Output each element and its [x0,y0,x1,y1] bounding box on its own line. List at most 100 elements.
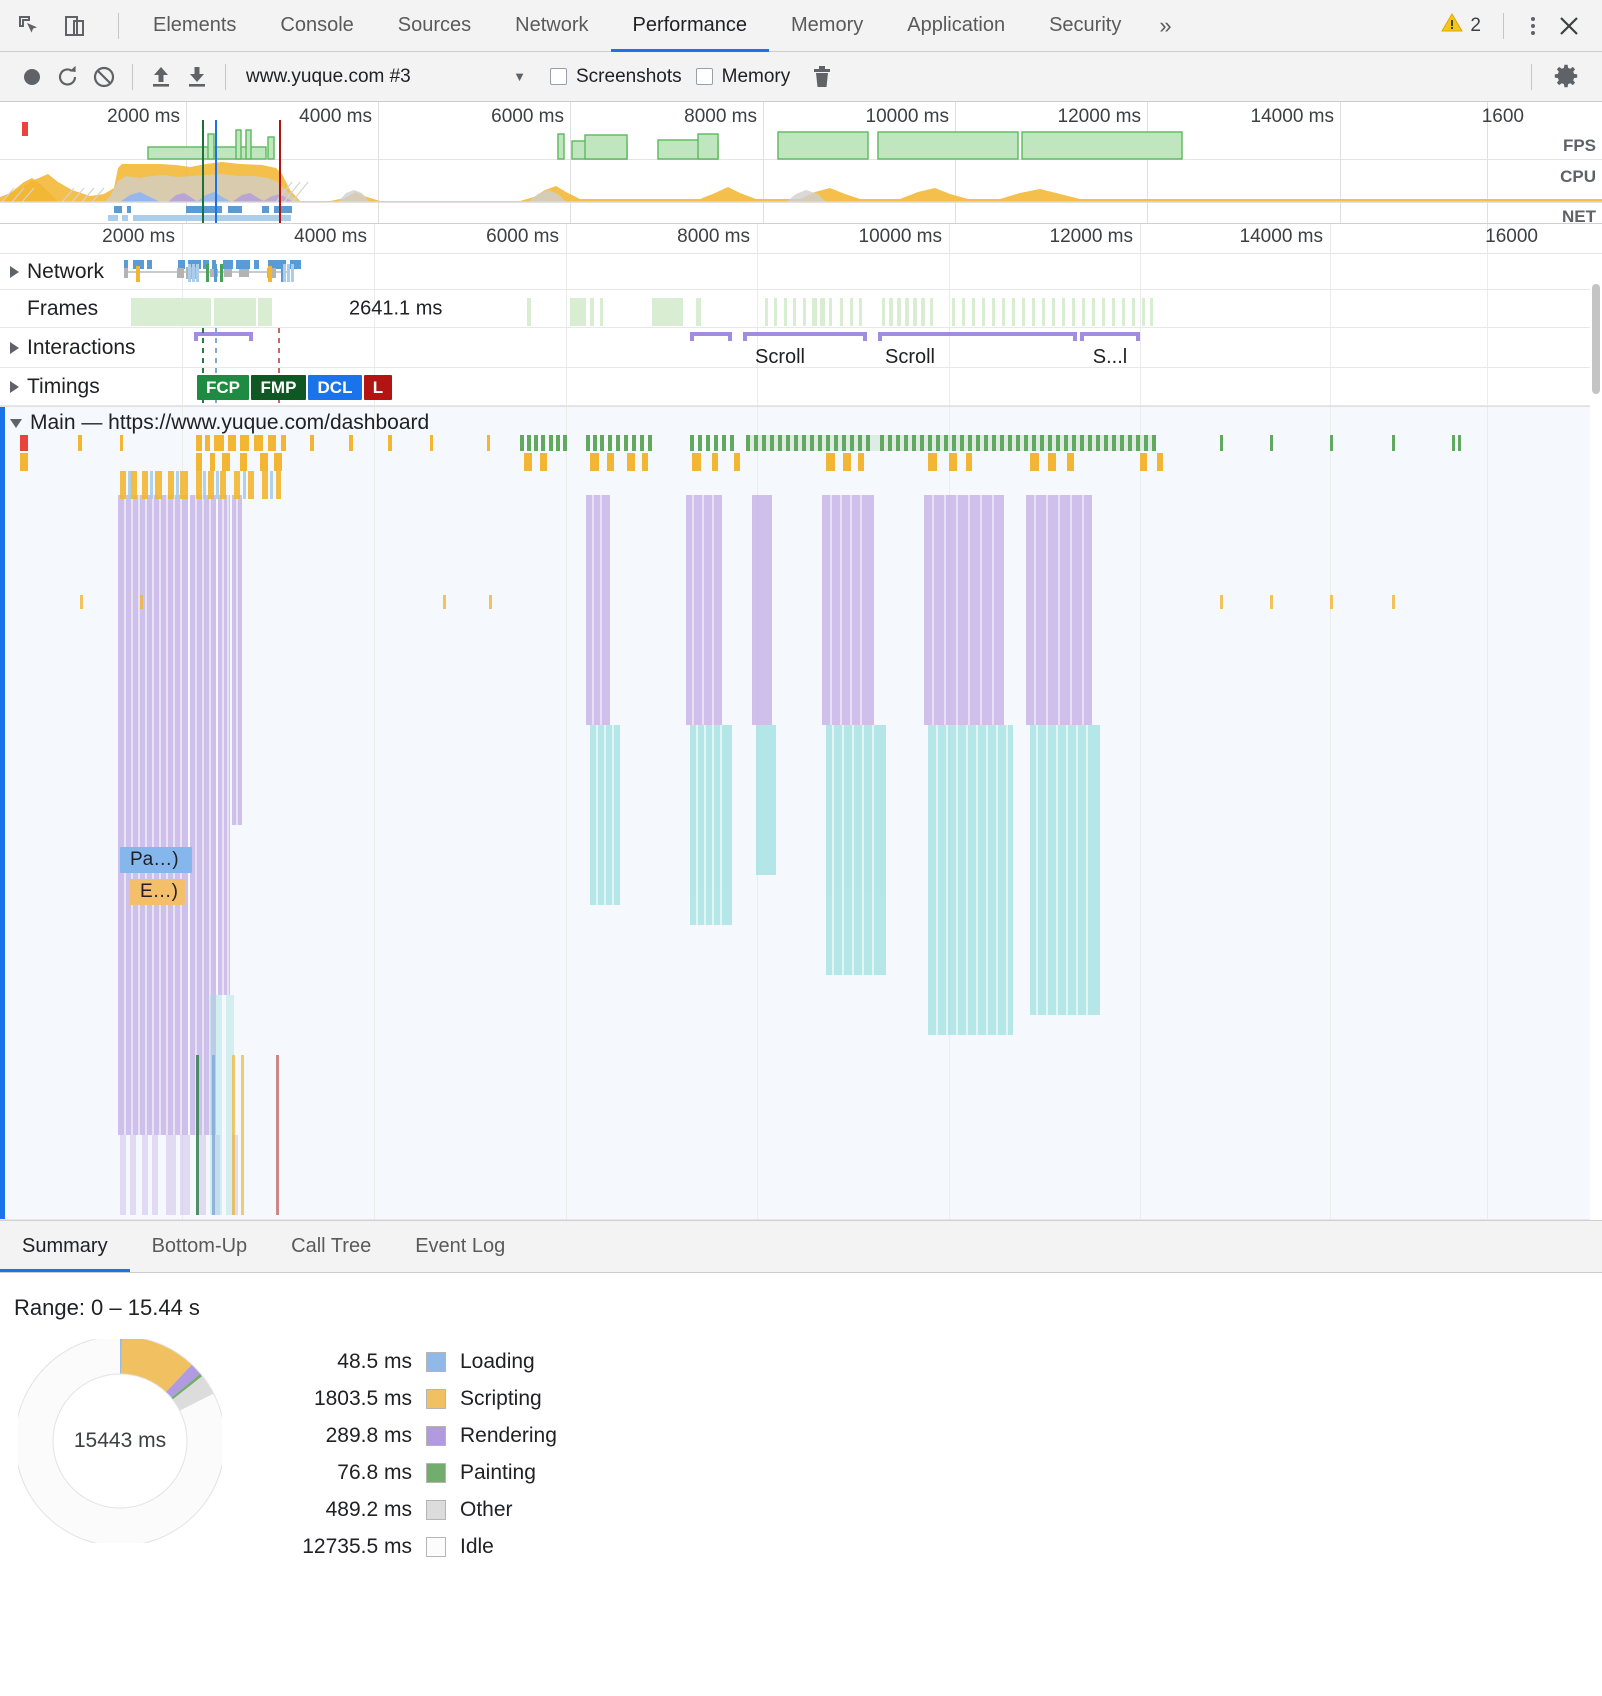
tab-memory[interactable]: Memory [769,0,885,52]
tab-summary[interactable]: Summary [0,1221,130,1272]
inspect-element-icon[interactable] [14,11,44,41]
frames-canvas [131,298,1153,326]
track-header-interactions[interactable]: Interactions [0,328,136,367]
more-tabs-button[interactable]: » [1143,0,1187,52]
legend-value: 289.8 ms [325,1423,412,1447]
chevron-right-icon[interactable] [10,265,19,278]
warning-triangle-icon [1441,12,1464,39]
device-toolbar-icon[interactable] [60,11,90,41]
timing-marker-fmp[interactable]: FMP [251,375,306,400]
summary-content: 15443 ms 48.5 ms Loading 1803.5 ms Scrip… [0,1321,1602,1565]
tab-bottom-up[interactable]: Bottom-Up [130,1221,270,1272]
scrollbar-thumb[interactable] [1592,284,1600,394]
legend-row[interactable]: 289.8 ms Rendering [248,1417,557,1454]
close-icon[interactable] [1552,9,1586,43]
checkbox-box [550,68,567,85]
chevron-right-icon[interactable] [10,380,19,393]
gear-icon[interactable] [1548,59,1584,95]
flamechart-event-label[interactable]: Pa…) [120,847,192,873]
legend-row[interactable]: 12735.5 ms Idle [248,1528,557,1565]
tab-performance[interactable]: Performance [610,0,770,52]
track-label-timings: Timings [27,374,100,398]
control-divider [1531,63,1532,90]
tab-event-log[interactable]: Event Log [393,1221,527,1272]
drawer-tab-label: Bottom-Up [151,1235,248,1257]
reload-and-record-button[interactable] [50,59,86,95]
chevron-down-icon[interactable] [10,418,22,428]
toolbar-divider [1503,12,1504,39]
interaction-label-scroll-truncated: S...l [1092,346,1128,368]
tab-label: Application [907,14,1006,36]
timeline-tick-label: 14000 ms [1239,226,1323,247]
network-requests-canvas [124,260,301,282]
devtools-tabbar: Elements Console Sources Network Perform… [0,0,1602,52]
memory-checkbox[interactable]: Memory [695,66,790,88]
track-main-flamechart[interactable]: Main — https://www.yuque.com/dashboard P… [0,406,1602,1220]
track-header-frames[interactable]: Frames [0,290,98,327]
chevron-right-double-icon: » [1159,12,1172,38]
legend-swatch-other [426,1499,446,1520]
tabbar-right-controls: 2 [1433,9,1602,43]
legend-swatch-scripting [426,1388,446,1409]
legend-value: 76.8 ms [337,1460,412,1484]
main-track-title[interactable]: Main — https://www.yuque.com/dashboard [10,411,429,435]
legend-value: 1803.5 ms [313,1386,412,1410]
timing-marker-fcp[interactable]: FCP [197,375,249,400]
flamechart-event-label[interactable]: E…) [130,879,185,905]
legend-label-rendering: Rendering [460,1423,557,1447]
timing-marker-dcl[interactable]: DCL [308,375,362,400]
legend-row[interactable]: 76.8 ms Painting [248,1454,557,1491]
tab-security[interactable]: Security [1027,0,1143,52]
timeline-tick-label: 10000 ms [858,226,942,247]
legend-row[interactable]: 489.2 ms Other [248,1491,557,1528]
collect-garbage-icon[interactable] [804,59,840,95]
track-timings[interactable]: FCP FMP DCL L Timings [0,368,1602,406]
flamechart-canvas [20,435,1461,1215]
timeline-vertical-scrollbar[interactable] [1590,254,1602,1220]
summary-donut-chart[interactable]: 15443 ms [14,1335,226,1547]
track-network[interactable]: Network [0,254,1602,290]
tab-label: Security [1049,14,1122,36]
tab-label: Network [515,14,589,36]
timeline-tick-label: 4000 ms [294,226,367,247]
screenshots-checkbox[interactable]: Screenshots [550,66,682,88]
overview-marker-load [279,120,281,223]
track-header-timings[interactable]: Timings [0,368,100,405]
flamechart-event-text: E…) [140,881,178,902]
chevron-right-icon[interactable] [10,341,19,354]
legend-row[interactable]: 1803.5 ms Scripting [248,1380,557,1417]
tab-network[interactable]: Network [493,0,610,52]
tab-label: Memory [791,14,864,36]
more-options-icon[interactable] [1518,11,1548,41]
track-interactions[interactable]: Scroll Scroll S...l Interactions [0,328,1602,368]
tab-call-tree[interactable]: Call Tree [269,1221,393,1272]
load-profile-icon[interactable] [143,59,179,95]
legend-row[interactable]: 48.5 ms Loading [248,1343,557,1380]
legend-label-idle: Idle [460,1534,494,1558]
tab-sources[interactable]: Sources [376,0,493,52]
recording-target-value: www.yuque.com #3 [246,65,411,87]
tab-application[interactable]: Application [885,0,1027,52]
tab-console[interactable]: Console [258,0,375,52]
record-button[interactable] [14,59,50,95]
legend-value: 12735.5 ms [302,1534,412,1558]
recording-target-select[interactable]: www.yuque.com #3 ▼ [236,59,536,95]
track-frames[interactable]: 2641.1 ms Frames [0,290,1602,328]
tab-elements[interactable]: Elements [131,0,258,52]
clear-recording-button[interactable] [86,59,122,95]
frame-duration-label: 2641.1 ms [349,297,443,319]
timeline-tracks[interactable]: Network 2641.1 ms Frames Scroll Scroll S… [0,254,1602,1220]
warning-badge[interactable]: 2 [1433,12,1489,39]
tab-label: Console [280,14,354,36]
drawer-tab-label: Call Tree [291,1235,372,1257]
save-profile-icon[interactable] [179,59,215,95]
tab-label: Performance [632,14,748,36]
legend-swatch-idle [426,1536,446,1557]
timing-marker-label: FCP [206,377,240,397]
timeline-overview-pane[interactable]: 2000 ms 4000 ms 6000 ms 8000 ms 10000 ms… [0,102,1602,224]
timing-marker-load[interactable]: L [364,375,392,400]
legend-label-other: Other [460,1497,513,1521]
timeline-tick-label: 8000 ms [677,226,750,247]
checkbox-box [695,68,713,85]
track-header-network[interactable]: Network [0,254,104,289]
